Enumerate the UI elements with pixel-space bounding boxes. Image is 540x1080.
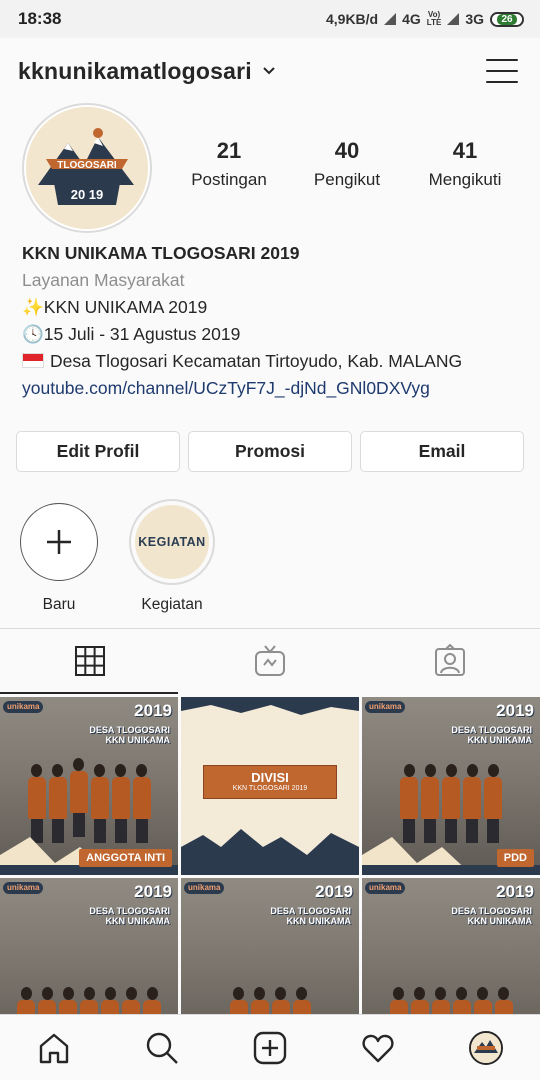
bio-line-1: ✨KKN UNIKAMA 2019 bbox=[22, 294, 532, 321]
volte-indicator: Vo) LTE bbox=[427, 11, 442, 27]
highlight-new-label: Baru bbox=[42, 596, 76, 613]
post-desa: DESA TLOGOSARI KKN UNIKAMA bbox=[89, 725, 170, 745]
add-post-icon bbox=[253, 1031, 287, 1064]
tagged-icon bbox=[435, 644, 465, 676]
promote-button[interactable]: Promosi bbox=[188, 431, 352, 472]
profile-avatar-icon bbox=[469, 1030, 503, 1065]
stat-followers[interactable]: 40 Pengikut bbox=[288, 138, 406, 190]
stat-following-count: 41 bbox=[452, 138, 478, 163]
highlight-kegiatan-cover-text: KEGIATAN bbox=[138, 535, 206, 549]
highlight-kegiatan-label: Kegiatan bbox=[141, 596, 203, 613]
post-desa: DESA TLOGOSARI KKN UNIKAMA bbox=[451, 725, 532, 745]
network-3g: 3G bbox=[465, 11, 484, 27]
stat-following-label: Mengikuti bbox=[428, 170, 502, 189]
divisi-title: DIVISI bbox=[251, 770, 289, 785]
battery-icon: 26 bbox=[490, 11, 524, 27]
profile-bio: KKN UNIKAMA TLOGOSARI 2019 Layanan Masya… bbox=[22, 240, 532, 402]
bio-category: Layanan Masyarakat bbox=[22, 270, 185, 290]
search-icon bbox=[146, 1032, 178, 1064]
nav-search[interactable] bbox=[108, 1015, 216, 1080]
status-time: 18:38 bbox=[18, 9, 62, 28]
highlight-kegiatan-circle[interactable]: KEGIATAN bbox=[129, 499, 215, 585]
edit-profile-button[interactable]: Edit Profil bbox=[16, 431, 180, 472]
username[interactable]: kknunikamatlogosari bbox=[18, 58, 252, 85]
bio-name: KKN UNIKAMA TLOGOSARI 2019 bbox=[22, 243, 300, 263]
bio-line-2: 🕓15 Juli - 31 Agustus 2019 bbox=[22, 321, 532, 348]
nav-home[interactable] bbox=[0, 1015, 108, 1080]
post-desa: DESA TLOGOSARI KKN UNIKAMA bbox=[270, 906, 351, 926]
post-year: 2019 bbox=[134, 701, 172, 720]
post-year: 2019 bbox=[315, 882, 353, 901]
tab-grid[interactable] bbox=[0, 629, 180, 693]
post-thumbnail[interactable]: unikama 2019 DESA TLOGOSARI KKN UNIKAMA P… bbox=[362, 697, 540, 875]
bio-line-1-text: KKN UNIKAMA 2019 bbox=[43, 297, 208, 317]
unikama-logo: unikama bbox=[184, 882, 225, 894]
stat-posts-label: Postingan bbox=[191, 170, 267, 189]
unikama-logo: unikama bbox=[365, 882, 406, 894]
igtv-icon bbox=[255, 645, 285, 676]
network-4g: 4G bbox=[402, 11, 421, 27]
tab-tagged[interactable] bbox=[360, 629, 540, 693]
profile-tabs bbox=[0, 629, 540, 693]
nav-add-post[interactable] bbox=[216, 1015, 324, 1080]
highlight-kegiatan-cover: KEGIATAN bbox=[135, 505, 209, 579]
post-grid: unikama 2019 DESA TLOGOSARI KKN UNIKAMA A… bbox=[0, 697, 540, 1056]
plus-icon bbox=[47, 530, 71, 554]
heart-icon bbox=[362, 1034, 394, 1062]
stat-followers-count: 40 bbox=[334, 138, 360, 163]
clock-icon: 🕓 bbox=[22, 324, 44, 344]
stat-following[interactable]: 41 Mengikuti bbox=[406, 138, 524, 190]
status-bar: 18:38 4,9KB/d 4G Vo) LTE 3G 26 bbox=[0, 0, 540, 38]
battery-level: 26 bbox=[497, 13, 517, 25]
tab-active-indicator bbox=[0, 692, 178, 694]
grid-icon bbox=[75, 646, 105, 676]
post-desa: DESA TLOGOSARI KKN UNIKAMA bbox=[89, 906, 170, 926]
highlight-kegiatan[interactable]: KEGIATAN Kegiatan bbox=[126, 499, 218, 614]
bottom-nav bbox=[0, 1014, 540, 1080]
stat-followers-label: Pengikut bbox=[313, 170, 381, 189]
post-caption: PDD bbox=[496, 849, 534, 867]
volte-bottom: LTE bbox=[426, 18, 442, 27]
net-speed: 4,9KB/d bbox=[325, 11, 379, 27]
menu-icon[interactable] bbox=[486, 57, 518, 85]
sparkles-icon: ✨ bbox=[22, 297, 44, 317]
post-year: 2019 bbox=[496, 882, 534, 901]
divisi-banner: DIVISI KKN TLOGOSARI 2019 bbox=[203, 765, 337, 799]
indonesia-flag-icon bbox=[22, 353, 44, 368]
chevron-down-icon[interactable] bbox=[262, 64, 276, 78]
signal-icon-2 bbox=[447, 13, 460, 25]
highlight-new-circle[interactable] bbox=[20, 503, 98, 581]
avatar-logo: TLOGOSARI 20 19 bbox=[26, 107, 148, 229]
bio-line-3: Desa Tlogosari Kecamatan Tirtoyudo, Kab.… bbox=[22, 348, 532, 375]
nav-activity[interactable] bbox=[324, 1015, 432, 1080]
post-year: 2019 bbox=[496, 701, 534, 720]
avatar-title: TLOGOSARI bbox=[57, 160, 117, 171]
profile-actions: Edit Profil Promosi Email bbox=[16, 431, 524, 472]
signal-icon bbox=[384, 13, 397, 25]
avatar-year: 20 19 bbox=[70, 187, 104, 202]
divisi-subtitle: KKN TLOGOSARI 2019 bbox=[232, 785, 308, 792]
profile-stats: 21 Postingan 40 Pengikut 41 Mengikuti bbox=[170, 138, 524, 190]
tab-igtv[interactable] bbox=[180, 629, 360, 693]
post-desa: DESA TLOGOSARI KKN UNIKAMA bbox=[451, 906, 532, 926]
unikama-logo: unikama bbox=[3, 882, 44, 894]
post-thumbnail[interactable]: unikama 2019 DESA TLOGOSARI KKN UNIKAMA A… bbox=[0, 697, 178, 875]
unikama-logo: unikama bbox=[365, 701, 406, 713]
email-button[interactable]: Email bbox=[360, 431, 524, 472]
profile-header: kknunikamatlogosari bbox=[0, 38, 540, 104]
highlight-new[interactable]: Baru bbox=[13, 503, 105, 614]
profile-avatar[interactable]: TLOGOSARI 20 19 bbox=[22, 103, 152, 233]
home-icon bbox=[39, 1033, 69, 1063]
status-indicators: 4,9KB/d 4G Vo) LTE 3G 26 bbox=[326, 11, 524, 27]
post-caption: ANGGOTA INTI bbox=[79, 849, 172, 867]
bio-line-3-text: Desa Tlogosari Kecamatan Tirtoyudo, Kab.… bbox=[50, 351, 463, 371]
bio-link[interactable]: youtube.com/channel/UCzTyF7J_-djNd_GNl0D… bbox=[22, 375, 532, 402]
nav-profile[interactable] bbox=[432, 1015, 540, 1080]
post-year: 2019 bbox=[134, 882, 172, 901]
bio-line-2-text: 15 Juli - 31 Agustus 2019 bbox=[43, 324, 241, 344]
stat-posts-count: 21 bbox=[216, 138, 242, 163]
stat-posts[interactable]: 21 Postingan bbox=[170, 138, 288, 190]
unikama-logo: unikama bbox=[3, 701, 44, 713]
post-thumbnail[interactable]: DIVISI KKN TLOGOSARI 2019 bbox=[181, 697, 359, 875]
